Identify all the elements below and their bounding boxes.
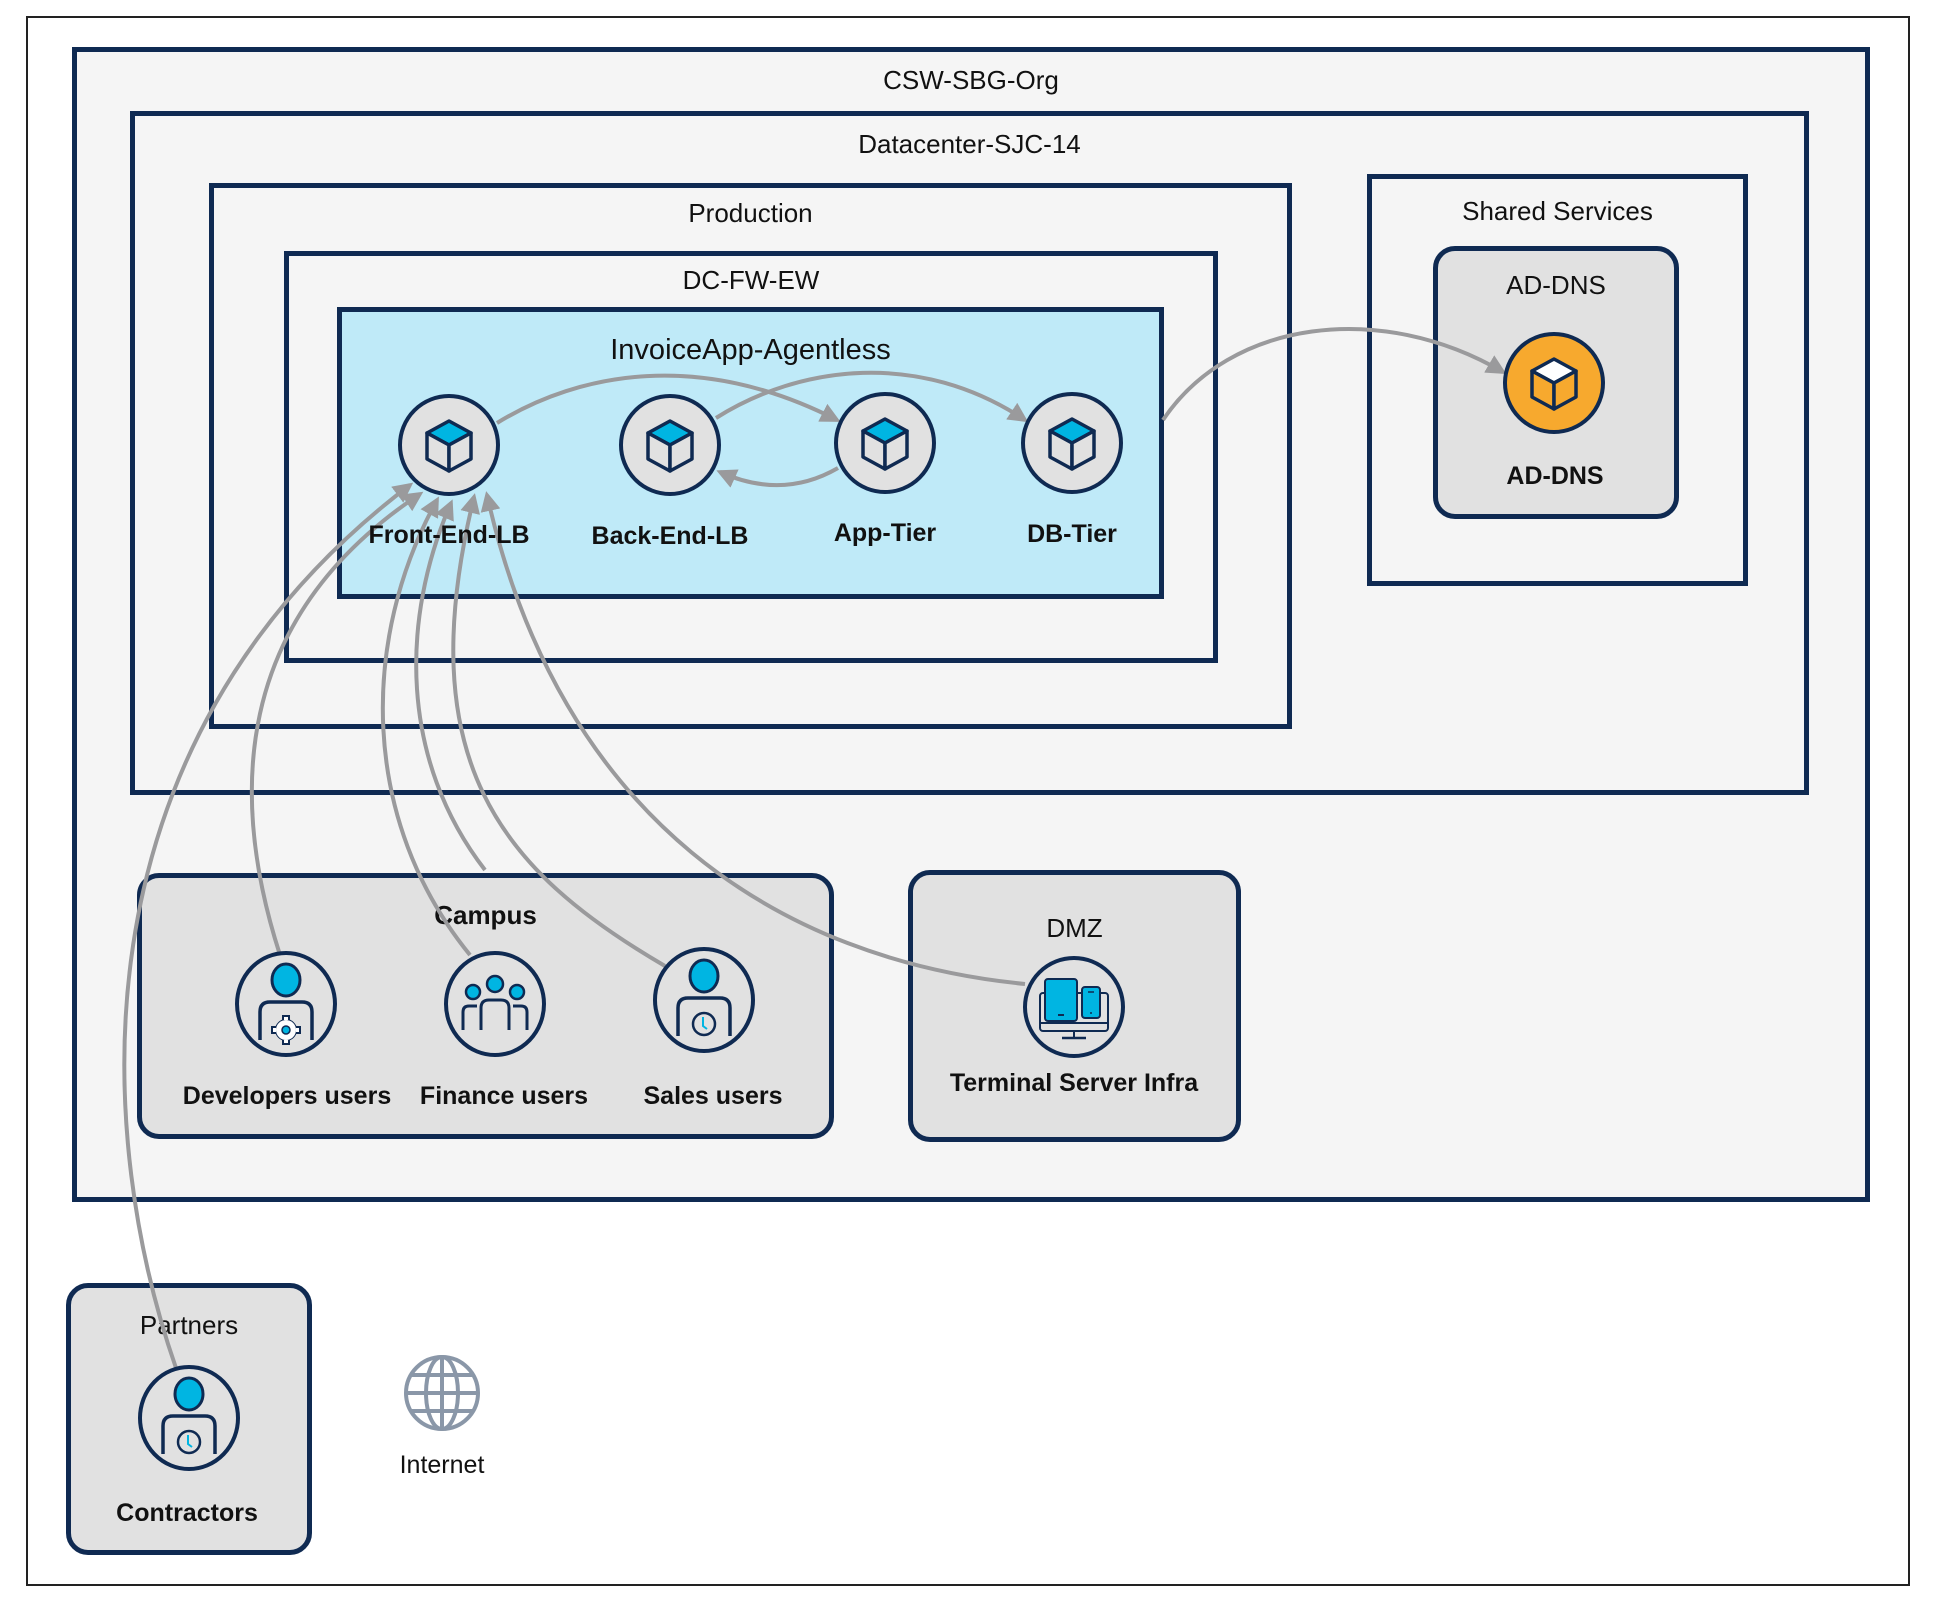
globe-icon[interactable] <box>402 1353 482 1433</box>
workload-cube-icon[interactable] <box>618 393 722 497</box>
user-gear-icon[interactable] <box>234 950 338 1058</box>
user-clock-icon[interactable] <box>137 1364 241 1472</box>
node-db-tier-label: DB-Tier <box>1027 520 1117 548</box>
node-app-tier-label: App-Tier <box>833 519 937 547</box>
workload-cube-icon[interactable] <box>833 391 937 495</box>
node-terminal-server-label: Terminal Server Infra <box>949 1069 1199 1097</box>
group-campus-title: Campus <box>434 900 537 930</box>
zone-org-title: CSW-SBG-Org <box>883 65 1059 95</box>
zone-firewall-title: DC-FW-EW <box>682 265 820 295</box>
zone-invoiceapp-title: InvoiceApp-Agentless <box>610 334 891 366</box>
zone-datacenter-title: Datacenter-SJC-14 <box>858 129 1081 159</box>
zone-production-title: Production <box>688 198 813 228</box>
node-ad-dns-label: AD-DNS <box>1506 462 1604 490</box>
user-group-icon[interactable] <box>443 950 547 1058</box>
workload-cube-icon[interactable] <box>397 393 501 497</box>
node-developers-label: Developers users <box>182 1082 392 1110</box>
workload-cube-icon[interactable] <box>1502 331 1606 435</box>
node-finance-label: Finance users <box>419 1082 589 1110</box>
node-front-end-lb-label: Front-End-LB <box>368 521 530 549</box>
workload-cube-icon[interactable] <box>1020 391 1124 495</box>
user-clock-icon[interactable] <box>652 946 756 1054</box>
zone-shared-services-title: Shared Services <box>1462 196 1653 226</box>
node-sales-label: Sales users <box>643 1082 783 1110</box>
group-ad-dns-title: AD-DNS <box>1506 270 1606 300</box>
group-partners-title: Partners <box>139 1310 239 1340</box>
node-back-end-lb-label: Back-End-LB <box>591 522 749 550</box>
group-dmz-title: DMZ <box>1046 913 1103 943</box>
devices-monitor-icon[interactable] <box>1022 955 1126 1059</box>
node-internet-label: Internet <box>399 1451 485 1479</box>
node-contractors-label: Contractors <box>116 1499 258 1527</box>
